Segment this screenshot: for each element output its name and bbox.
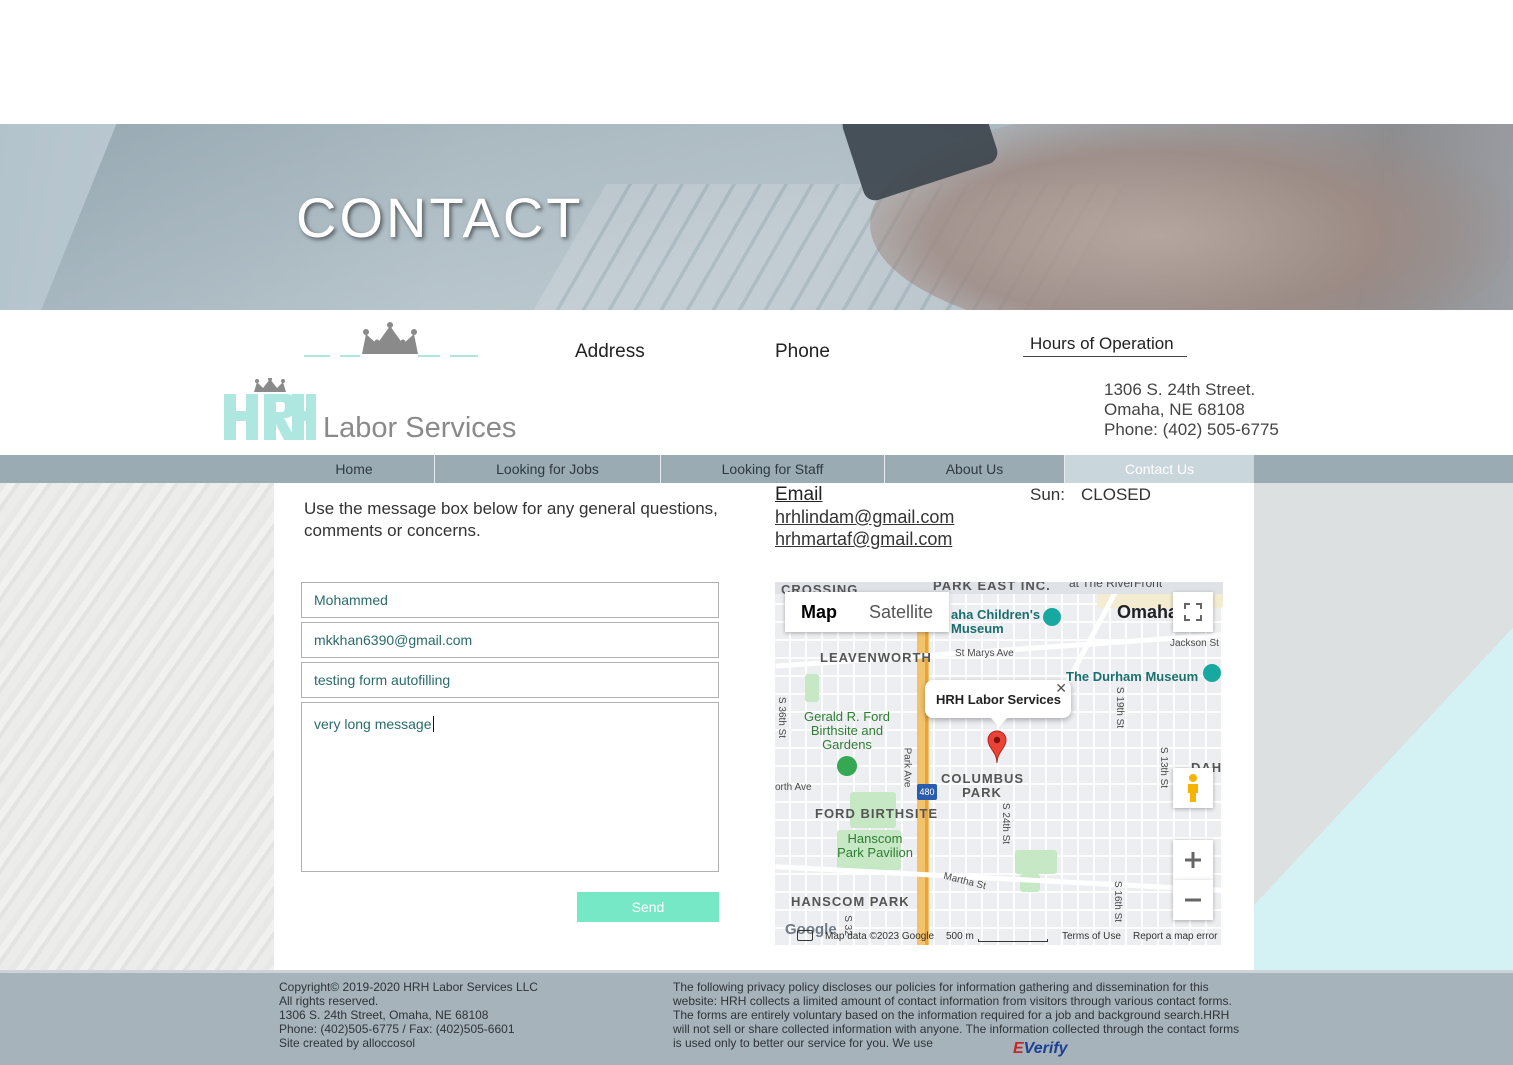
map-footer: Google Map data ©2023 Google 500 m Terms… xyxy=(775,921,1223,945)
nav-about-us[interactable]: About Us xyxy=(885,455,1065,483)
footer-line: All rights reserved. xyxy=(279,994,379,1008)
map-label: Park Ave xyxy=(901,747,913,788)
map-label: The Durham Museum xyxy=(1066,669,1199,684)
map-label: aha Children's Museum xyxy=(951,607,1041,636)
subject-input[interactable]: testing form autofilling xyxy=(301,662,719,698)
map-marker-icon[interactable] xyxy=(987,730,1007,764)
header-address: 1306 S. 24th Street. Omaha, NE 68108 Pho… xyxy=(1104,380,1279,440)
everify-logo-text: Verify xyxy=(1023,1040,1068,1057)
google-map[interactable]: CROSSING PARK EAST INC. at The RiverFron… xyxy=(775,582,1223,945)
map-label: Omaha xyxy=(1117,602,1179,622)
zoom-out-icon[interactable] xyxy=(1173,880,1213,920)
hours-value: CLOSED xyxy=(1081,485,1151,504)
email-link-lindam[interactable]: hrhlindam@gmail.com xyxy=(775,507,954,528)
footer-line: 1306 S. 24th Street, Omaha, NE 68108 xyxy=(279,1008,489,1022)
phone-heading: Phone xyxy=(775,341,830,362)
footer-line: Phone: (402)505-6775 / Fax: (402)505-660… xyxy=(279,1022,515,1036)
map-label: S 36th St xyxy=(776,696,788,739)
marble-background xyxy=(0,483,274,973)
map-label: HANSCOM PARK xyxy=(791,894,910,909)
hours-day: Sun: xyxy=(1030,485,1065,504)
museum-icon xyxy=(1203,664,1221,682)
map-label: PARK EAST INC. xyxy=(933,582,1051,593)
map-label: Gerald R. Ford Birthsite and Gardens xyxy=(804,709,890,752)
keyboard-icon[interactable] xyxy=(797,930,813,941)
everify-logo-e: E xyxy=(1013,1040,1024,1057)
map-label: LEAVENWORTH xyxy=(820,650,932,665)
page-title: CONTACT xyxy=(296,186,584,249)
map-label: at The RiverFront xyxy=(1069,582,1163,590)
crown-logo-icon xyxy=(304,322,478,357)
logo-text: Labor Services xyxy=(323,412,517,444)
send-button[interactable]: Send xyxy=(577,892,719,922)
pegman-icon[interactable] xyxy=(1173,768,1213,808)
email-heading: Email xyxy=(775,484,823,505)
marker-label: HRH Labor Services xyxy=(936,692,1061,707)
map-label: St Marys Ave xyxy=(955,648,1014,659)
map-attribution: Map data ©2023 Google xyxy=(825,931,935,942)
address-heading: Address xyxy=(575,341,645,362)
garden-icon xyxy=(837,756,857,776)
name-input-value: Mohammed xyxy=(314,592,388,608)
email-input[interactable]: mkkhan6390@gmail.com xyxy=(301,622,719,658)
hours-sunday: Sun: CLOSED xyxy=(1030,485,1151,505)
map-label: S 13th St xyxy=(1158,746,1170,789)
map-type-control: Map Satellite xyxy=(785,592,950,632)
map-label: S 19th St xyxy=(1114,686,1126,729)
name-input[interactable]: Mohammed xyxy=(301,582,719,618)
nav-contact-us[interactable]: Contact Us xyxy=(1065,455,1254,483)
email-input-value: mkkhan6390@gmail.com xyxy=(314,632,473,648)
hours-heading: Hours of Operation xyxy=(1023,334,1187,357)
decorative-background xyxy=(1254,483,1513,973)
map-label: Jackson St xyxy=(1170,638,1219,649)
map-scale: 500 m xyxy=(946,931,974,942)
map-terms[interactable]: Terms of Use xyxy=(1062,931,1121,942)
message-textarea[interactable]: very long message xyxy=(301,702,719,872)
museum-icon xyxy=(1043,608,1061,626)
map-type-map[interactable]: Map xyxy=(785,592,853,632)
text-caret xyxy=(432,716,434,732)
zoom-in-icon[interactable] xyxy=(1173,840,1213,880)
nav-looking-for-staff[interactable]: Looking for Staff xyxy=(661,455,885,483)
map-label: S 24th St xyxy=(1000,802,1012,845)
address-line: 1306 S. 24th Street. xyxy=(1104,380,1256,399)
map-label: orth Ave xyxy=(775,782,812,793)
subject-input-value: testing form autofilling xyxy=(314,672,451,688)
nav-looking-for-jobs[interactable]: Looking for Jobs xyxy=(435,455,661,483)
everify-logo[interactable]: EVerify xyxy=(1013,1040,1068,1058)
page: { "hero": { "title": "CONTACT" }, "heade… xyxy=(0,0,1513,1065)
fullscreen-icon[interactable] xyxy=(1173,592,1213,632)
interstate-shield: 480 xyxy=(917,784,937,800)
close-icon[interactable]: ✕ xyxy=(1055,680,1067,697)
phone-line: Phone: (402) 505-6775 xyxy=(1104,420,1279,439)
map-label: COLUMBUS PARK xyxy=(941,771,1025,800)
scale-bar xyxy=(978,939,1048,942)
map-label: FORD BIRTHSITE xyxy=(815,806,939,821)
email-link-martaf[interactable]: hrhmartaf@gmail.com xyxy=(775,529,952,550)
map-type-satellite[interactable]: Satellite xyxy=(853,592,949,632)
map-report-error[interactable]: Report a map error xyxy=(1133,931,1217,942)
privacy-policy: The following privacy policy discloses o… xyxy=(673,980,1240,1050)
footer-line: Copyright© 2019-2020 HRH Labor Services … xyxy=(279,980,538,994)
footer-line: Site created by allocсosol xyxy=(279,1036,416,1050)
footer-copyright: Copyright© 2019-2020 HRH Labor Services … xyxy=(279,980,538,1050)
hero-banner xyxy=(0,124,1513,310)
map-info-window: HRH Labor Services ✕ xyxy=(925,680,1071,727)
map-label: Hanscom Park Pavilion xyxy=(837,831,913,860)
message-textarea-value: very long message xyxy=(314,716,432,732)
address-line: Omaha, NE 68108 xyxy=(1104,400,1245,419)
contact-intro: Use the message box below for any genera… xyxy=(304,499,718,540)
map-label: S 16th St xyxy=(1112,880,1124,923)
nav-home[interactable]: Home xyxy=(274,455,435,483)
